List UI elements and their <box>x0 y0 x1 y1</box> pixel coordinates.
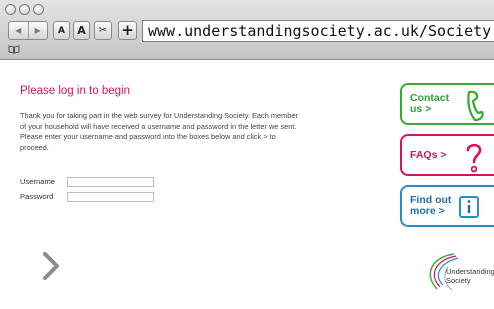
faqs-label: FAQs > <box>410 149 447 161</box>
tools-button[interactable]: ✂ <box>94 21 112 40</box>
close-window-button[interactable] <box>5 4 16 15</box>
contact-line-2: us > <box>410 103 432 115</box>
chevron-right-icon <box>43 252 59 280</box>
username-label: Username <box>20 177 56 186</box>
increase-text-size-button[interactable]: A <box>73 21 90 40</box>
open-book-icon <box>8 45 20 54</box>
back-forward-group: ◀ ▶ <box>8 21 48 40</box>
faqs-link[interactable]: FAQs > <box>400 134 494 176</box>
info-icon <box>459 196 479 218</box>
proceed-button[interactable] <box>40 251 62 281</box>
add-bookmark-button[interactable]: + <box>118 21 137 40</box>
contact-us-label: Contact us > <box>410 93 449 115</box>
browser-toolbar: ◀ ▶ A A ✂ + www.understandingsociety.ac.… <box>0 0 494 60</box>
logo-line-2: Society <box>446 276 471 285</box>
decrease-text-size-button[interactable]: A <box>53 21 70 40</box>
back-button[interactable]: ◀ <box>9 22 28 39</box>
password-label: Password <box>20 192 54 201</box>
logo-text: Understanding Society <box>446 267 494 285</box>
minimize-window-button[interactable] <box>19 4 30 15</box>
password-field[interactable] <box>67 192 154 202</box>
address-bar[interactable]: www.understandingsociety.ac.uk/Society <box>142 20 494 42</box>
bookmarks-icon[interactable] <box>8 45 20 57</box>
intro-text: Thank you for taking part in the web sur… <box>20 111 298 152</box>
zoom-window-button[interactable] <box>33 4 44 15</box>
contact-us-link[interactable]: Contact us > <box>400 83 494 125</box>
find-out-more-link[interactable]: Find out more > <box>400 185 494 227</box>
phone-icon <box>467 90 484 122</box>
findout-line-2: more > <box>410 205 445 217</box>
question-mark-icon <box>466 143 482 173</box>
page-heading: Please log in to begin <box>20 85 130 97</box>
forward-button[interactable]: ▶ <box>27 22 48 39</box>
logo-line-1: Understanding <box>446 267 494 276</box>
find-out-more-label: Find out more > <box>410 195 451 217</box>
username-field[interactable] <box>67 177 154 187</box>
window-controls <box>5 4 44 15</box>
